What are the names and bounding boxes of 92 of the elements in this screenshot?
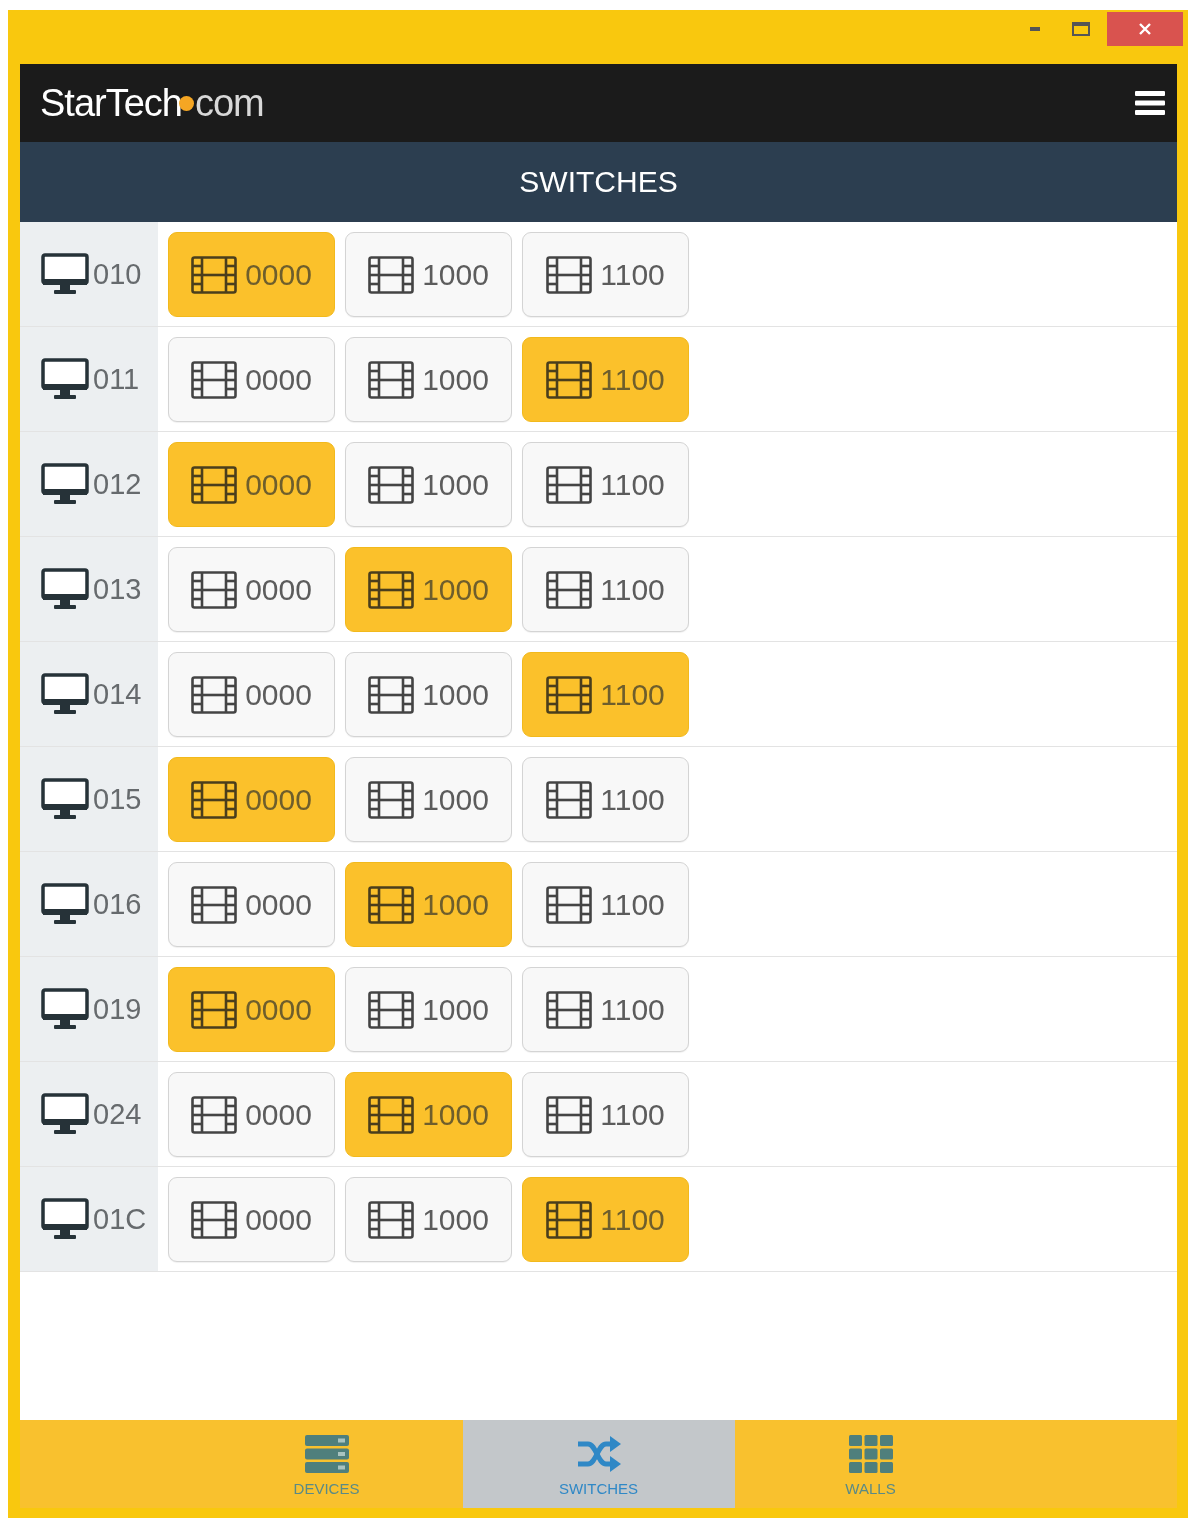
source-button[interactable]: 1000 xyxy=(345,1072,512,1157)
shuffle-icon xyxy=(575,1433,622,1474)
display-label: 015 xyxy=(93,782,142,816)
monitor-icon xyxy=(41,463,89,505)
source-button[interactable]: 1000 xyxy=(345,232,512,317)
source-button[interactable]: 1000 xyxy=(345,442,512,527)
display-label: 013 xyxy=(93,572,142,606)
source-button[interactable]: 0000 xyxy=(168,232,335,317)
film-icon xyxy=(368,570,415,609)
source-button[interactable]: 0000 xyxy=(168,1072,335,1157)
display-label: 012 xyxy=(93,467,142,501)
film-icon xyxy=(368,1095,415,1134)
film-icon xyxy=(191,570,238,609)
film-icon xyxy=(546,1095,593,1134)
monitor-icon xyxy=(41,673,89,715)
film-icon xyxy=(546,675,593,714)
film-icon xyxy=(368,675,415,714)
film-icon xyxy=(191,990,238,1029)
film-icon xyxy=(191,1200,238,1239)
source-button[interactable]: 1000 xyxy=(345,1177,512,1262)
source-button[interactable]: 1100 xyxy=(522,757,689,842)
film-icon xyxy=(191,360,238,399)
source-button[interactable]: 0000 xyxy=(168,337,335,422)
film-icon xyxy=(368,885,415,924)
film-icon xyxy=(368,780,415,819)
monitor-icon xyxy=(41,1198,89,1240)
source-button[interactable]: 1100 xyxy=(522,547,689,632)
film-icon xyxy=(368,360,415,399)
source-button[interactable]: 1100 xyxy=(522,1072,689,1157)
logo-domain: com xyxy=(194,81,264,125)
monitor-icon xyxy=(41,358,89,400)
film-icon xyxy=(368,255,415,294)
film-icon xyxy=(546,990,593,1029)
source-button[interactable]: 0000 xyxy=(168,442,335,527)
display-label: 014 xyxy=(93,677,142,711)
display-label: 016 xyxy=(93,887,142,921)
source-button[interactable]: 1000 xyxy=(345,652,512,737)
film-icon xyxy=(368,465,415,504)
close-button[interactable] xyxy=(1107,12,1183,46)
menu-icon xyxy=(1135,90,1165,116)
display-label: 024 xyxy=(93,1097,142,1131)
film-icon xyxy=(191,780,238,819)
film-icon xyxy=(368,1200,415,1239)
source-button[interactable]: 0000 xyxy=(168,757,335,842)
film-icon xyxy=(191,1095,238,1134)
monitor-icon xyxy=(41,568,89,610)
close-icon xyxy=(1139,23,1151,35)
source-button[interactable]: 1000 xyxy=(345,547,512,632)
source-button[interactable]: 1100 xyxy=(522,232,689,317)
film-icon xyxy=(546,465,593,504)
monitor-icon xyxy=(41,1093,89,1135)
monitor-icon xyxy=(41,253,89,295)
source-button[interactable]: 0000 xyxy=(168,862,335,947)
source-button[interactable]: 1100 xyxy=(522,652,689,737)
logo-wordmark: StarTech xyxy=(40,81,182,125)
server-stack-icon xyxy=(303,1433,350,1474)
film-icon xyxy=(546,1200,593,1239)
source-button[interactable]: 1000 xyxy=(345,862,512,947)
monitor-icon xyxy=(41,988,89,1030)
film-icon xyxy=(546,255,593,294)
minimize-icon xyxy=(1030,27,1040,31)
film-icon xyxy=(546,570,593,609)
source-button[interactable]: 0000 xyxy=(168,967,335,1052)
maximize-icon xyxy=(1072,22,1090,36)
film-icon xyxy=(546,885,593,924)
display-label: 011 xyxy=(93,362,140,396)
display-label: 010 xyxy=(93,257,142,291)
source-button[interactable]: 0000 xyxy=(168,652,335,737)
source-button[interactable]: 0000 xyxy=(168,547,335,632)
film-icon xyxy=(546,360,593,399)
source-button[interactable]: 1100 xyxy=(522,862,689,947)
display-label: 019 xyxy=(93,992,142,1026)
source-button[interactable]: 1100 xyxy=(522,337,689,422)
source-button[interactable]: 1100 xyxy=(522,1177,689,1262)
monitor-icon xyxy=(41,883,89,925)
source-button[interactable]: 1000 xyxy=(345,967,512,1052)
film-icon xyxy=(546,780,593,819)
monitor-icon xyxy=(41,778,89,820)
source-button[interactable]: 0000 xyxy=(168,1177,335,1262)
film-icon xyxy=(191,675,238,714)
film-icon xyxy=(368,990,415,1029)
film-icon xyxy=(191,255,238,294)
grid-icon xyxy=(847,1433,894,1474)
source-button[interactable]: 1000 xyxy=(345,337,512,422)
source-button[interactable]: 1100 xyxy=(522,967,689,1052)
film-icon xyxy=(191,885,238,924)
menu-button[interactable] xyxy=(1135,90,1165,116)
display-label: 01C xyxy=(93,1202,147,1236)
film-icon xyxy=(191,465,238,504)
source-button[interactable]: 1100 xyxy=(522,442,689,527)
source-button[interactable]: 1000 xyxy=(345,757,512,842)
page-title: SWITCHES xyxy=(519,165,678,199)
